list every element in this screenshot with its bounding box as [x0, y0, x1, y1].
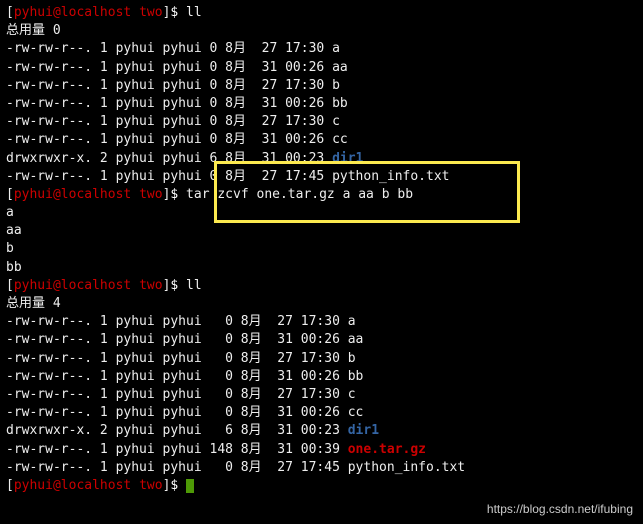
file-name: c [332, 114, 340, 129]
file-name: cc [332, 132, 348, 147]
prompt-host: localhost [61, 478, 131, 493]
total-line: 总用量 4 [6, 295, 637, 313]
file-name: aa [332, 60, 348, 75]
prompt-host: localhost [61, 5, 131, 20]
file-row: -rw-rw-r--. 1 pyhui pyhui 0 8月 31 00:26 … [6, 131, 637, 149]
file-row: -rw-rw-r--. 1 pyhui pyhui 0 8月 27 17:30 … [6, 40, 637, 58]
file-name: dir1 [332, 151, 363, 166]
tar-output-line: b [6, 240, 637, 258]
command-line: [pyhui@localhost two]$ ll [6, 4, 637, 22]
file-name: a [348, 314, 356, 329]
prompt-bracket: [ [6, 187, 14, 202]
prompt-at: @ [53, 478, 61, 493]
cursor [186, 479, 194, 493]
file-name: b [332, 78, 340, 93]
prompt-path: two [139, 278, 162, 293]
prompt-bracket: [ [6, 478, 14, 493]
tar-output-line: aa [6, 222, 637, 240]
prompt-space [131, 478, 139, 493]
prompt-symbol: $ [170, 478, 186, 493]
file-name: cc [348, 405, 364, 420]
prompt-space [131, 187, 139, 202]
tar-output-line: a [6, 204, 637, 222]
command-input[interactable]: ll [186, 278, 202, 293]
prompt-bracket: [ [6, 5, 14, 20]
file-name: bb [348, 369, 364, 384]
prompt-user: pyhui [14, 187, 53, 202]
command-line: [pyhui@localhost two]$ [6, 477, 637, 495]
command-line: [pyhui@localhost two]$ tar zcvf one.tar.… [6, 186, 637, 204]
terminal-window[interactable]: [pyhui@localhost two]$ ll总用量 0-rw-rw-r--… [0, 0, 643, 524]
file-row: -rw-rw-r--. 1 pyhui pyhui 0 8月 27 17:30 … [6, 113, 637, 131]
file-row: drwxrwxr-x. 2 pyhui pyhui 6 8月 31 00:23 … [6, 150, 637, 168]
prompt-bracket: [ [6, 278, 14, 293]
command-line: [pyhui@localhost two]$ ll [6, 277, 637, 295]
file-row: -rw-rw-r--. 1 pyhui pyhui 148 8月 31 00:3… [6, 441, 637, 459]
prompt-symbol: $ [170, 5, 186, 20]
file-row: -rw-rw-r--. 1 pyhui pyhui 0 8月 31 00:26 … [6, 331, 637, 349]
file-row: -rw-rw-r--. 1 pyhui pyhui 0 8月 27 17:30 … [6, 313, 637, 331]
file-row: -rw-rw-r--. 1 pyhui pyhui 0 8月 27 17:30 … [6, 77, 637, 95]
file-name: python_info.txt [348, 460, 465, 475]
prompt-path: two [139, 187, 162, 202]
prompt-at: @ [53, 187, 61, 202]
prompt-path: two [139, 5, 162, 20]
prompt-host: localhost [61, 278, 131, 293]
file-name: python_info.txt [332, 169, 449, 184]
prompt-symbol: $ [170, 187, 186, 202]
command-input[interactable]: ll [186, 5, 202, 20]
prompt-at: @ [53, 278, 61, 293]
file-name: one.tar.gz [348, 442, 426, 457]
prompt-at: @ [53, 5, 61, 20]
file-row: -rw-rw-r--. 1 pyhui pyhui 0 8月 27 17:30 … [6, 350, 637, 368]
file-row: drwxrwxr-x. 2 pyhui pyhui 6 8月 31 00:23 … [6, 422, 637, 440]
file-row: -rw-rw-r--. 1 pyhui pyhui 0 8月 27 17:45 … [6, 168, 637, 186]
command-input[interactable]: tar zcvf one.tar.gz a aa b bb [186, 187, 413, 202]
prompt-user: pyhui [14, 278, 53, 293]
file-row: -rw-rw-r--. 1 pyhui pyhui 0 8月 27 17:30 … [6, 386, 637, 404]
file-row: -rw-rw-r--. 1 pyhui pyhui 0 8月 31 00:26 … [6, 95, 637, 113]
file-row: -rw-rw-r--. 1 pyhui pyhui 0 8月 31 00:26 … [6, 404, 637, 422]
file-row: -rw-rw-r--. 1 pyhui pyhui 0 8月 27 17:45 … [6, 459, 637, 477]
file-name: bb [332, 96, 348, 111]
file-row: -rw-rw-r--. 1 pyhui pyhui 0 8月 31 00:26 … [6, 368, 637, 386]
file-name: dir1 [348, 423, 379, 438]
file-name: a [332, 41, 340, 56]
tar-output-line: bb [6, 259, 637, 277]
prompt-symbol: $ [170, 278, 186, 293]
total-line: 总用量 0 [6, 22, 637, 40]
prompt-space [131, 278, 139, 293]
prompt-user: pyhui [14, 5, 53, 20]
watermark: https://blog.csdn.net/ifubing [487, 501, 633, 518]
prompt-host: localhost [61, 187, 131, 202]
file-name: b [348, 351, 356, 366]
file-name: c [348, 387, 356, 402]
file-row: -rw-rw-r--. 1 pyhui pyhui 0 8月 31 00:26 … [6, 59, 637, 77]
prompt-user: pyhui [14, 478, 53, 493]
file-name: aa [348, 332, 364, 347]
prompt-path: two [139, 478, 162, 493]
prompt-space [131, 5, 139, 20]
